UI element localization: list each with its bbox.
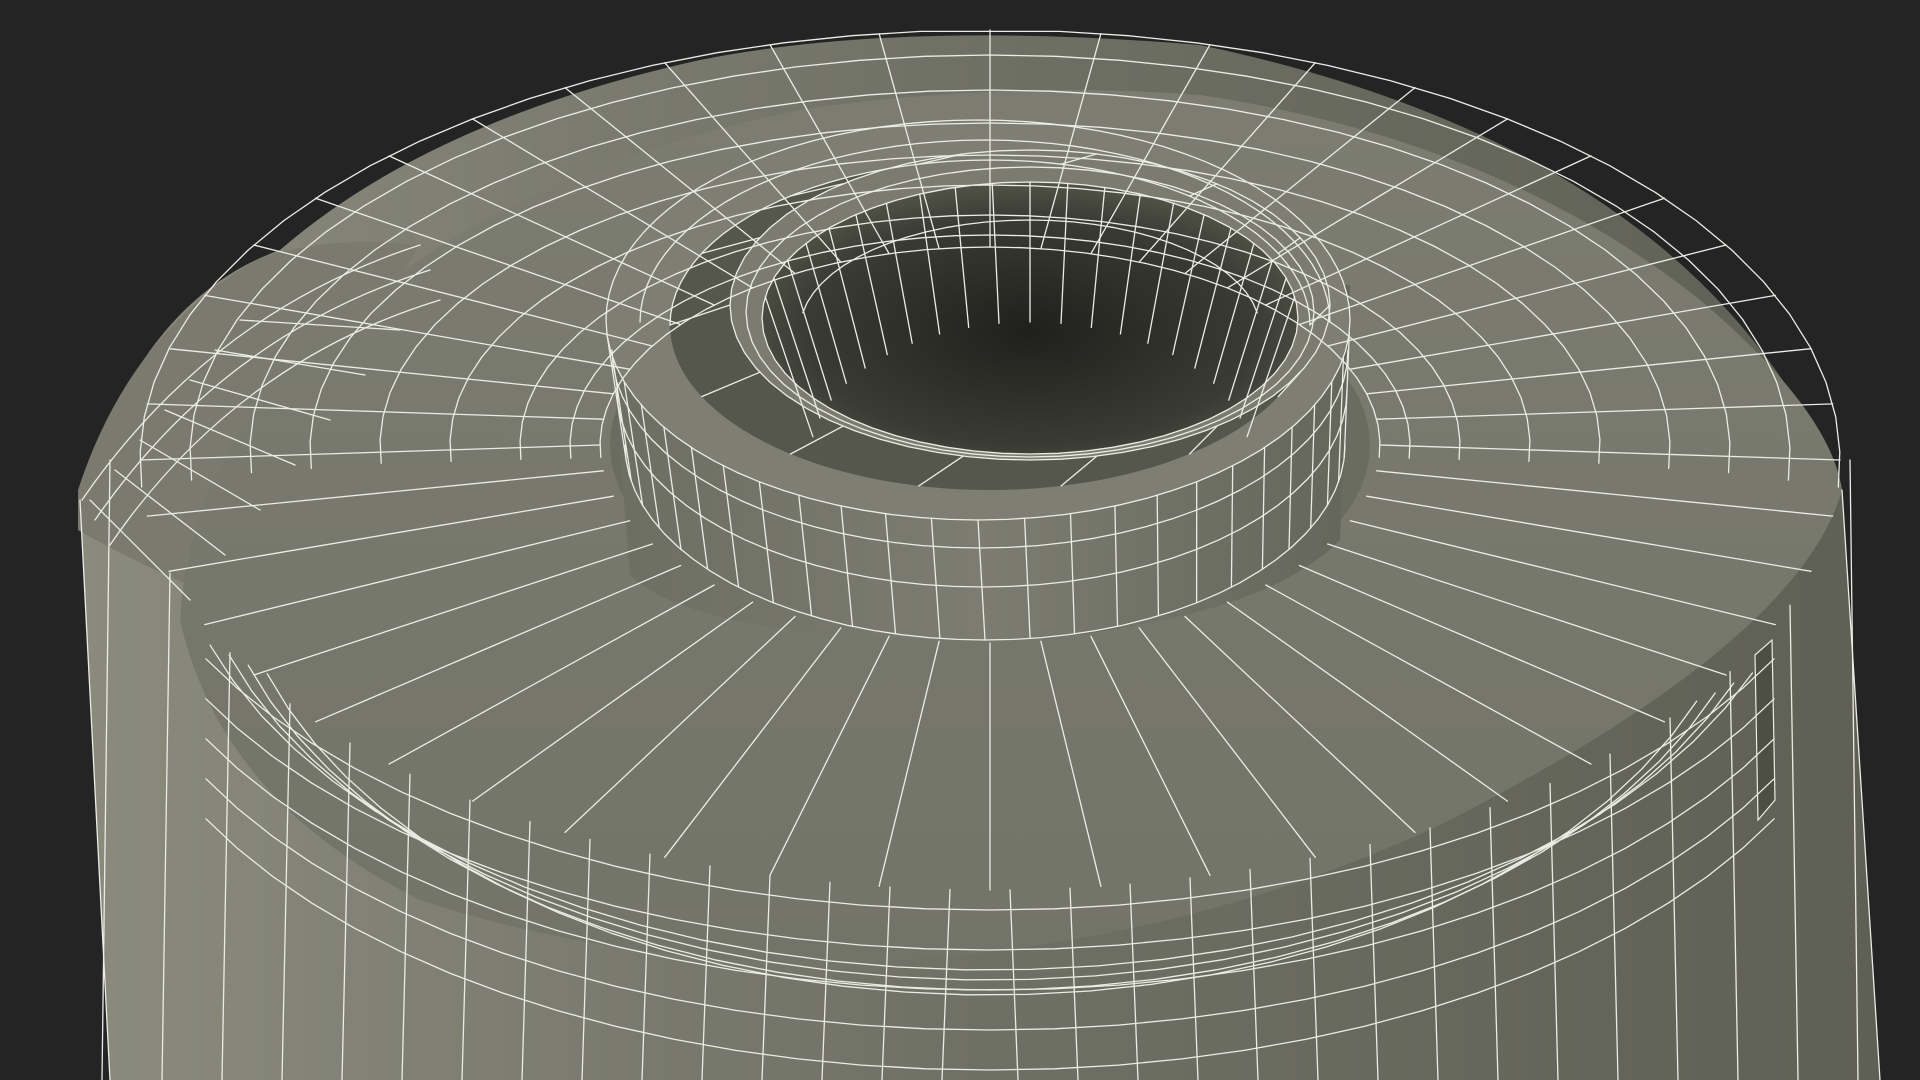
wireframe-render — [0, 0, 1920, 1080]
viewport — [0, 0, 1920, 1080]
